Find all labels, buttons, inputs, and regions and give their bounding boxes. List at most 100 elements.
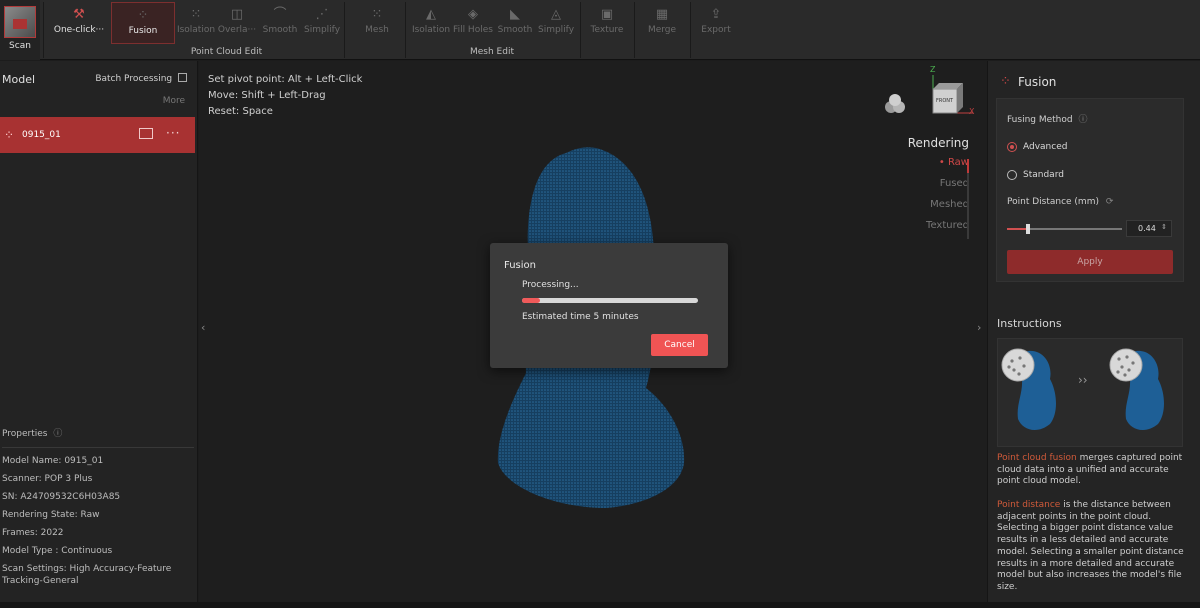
model-list-item[interactable]: ⁘ 0915_01 ··· (0, 117, 195, 153)
merge-button[interactable]: ▦ Merge (642, 2, 682, 44)
render-option-raw[interactable]: • Raw (908, 157, 969, 178)
properties-header: Properties ⓘ (2, 426, 62, 439)
fusing-method-label: Fusing Method ⓘ (1007, 112, 1088, 125)
model-menu-button[interactable]: ··· (166, 126, 180, 140)
point-cloud-edit-group: Point Cloud Edit (110, 0, 343, 60)
prop-frames: Frames: 2022 (2, 528, 64, 538)
prop-scanner: Scanner: POP 3 Plus (2, 474, 93, 484)
view-mode-icon[interactable] (883, 93, 907, 115)
info-icon[interactable]: ⓘ (53, 429, 62, 439)
render-option-raw-label: Raw (947, 157, 969, 168)
model-panel-title: Model (2, 73, 36, 86)
fusion-icon: ⁘ (1000, 74, 1011, 89)
mesh-label: Mesh (365, 25, 389, 35)
hint-pivot: Set pivot point: Alt + Left-Click (208, 74, 363, 85)
point-distance-label: Point Distance (mm) ⟳ (1007, 197, 1113, 207)
advanced-label[interactable]: Advanced (1023, 142, 1067, 152)
fusion-progress-dialog: Fusion Processing... Estimated time 5 mi… (490, 243, 728, 368)
info-icon[interactable]: ⓘ (1079, 115, 1088, 125)
fusion-illustration: ›› (997, 338, 1183, 447)
axis-x-label: X (969, 107, 975, 116)
more-button[interactable]: More (163, 96, 185, 106)
progress-fill (522, 298, 540, 303)
axis-front-label: FRONT (936, 98, 954, 104)
properties-title: Properties (2, 429, 48, 439)
mesh-edit-label: Mesh Edit (470, 47, 514, 57)
export-label: Export (701, 25, 731, 35)
standard-label[interactable]: Standard (1023, 170, 1064, 180)
toolbar-divider (344, 2, 345, 58)
toolbar-divider (690, 2, 691, 58)
fusion-panel: ⁘ Fusion Fusing Method ⓘ Advanced Standa… (987, 61, 1200, 608)
instructions-title: Instructions (997, 317, 1062, 330)
standard-radio[interactable] (1007, 170, 1017, 180)
render-option-meshed[interactable]: Meshed (908, 199, 969, 220)
prop-model-name: Model Name: 0915_01 (2, 456, 104, 466)
properties-divider (2, 447, 194, 448)
one-click-button[interactable]: ⚒ One-click··· (50, 2, 108, 44)
batch-processing-label: Batch Processing (95, 74, 173, 84)
merge-label: Merge (647, 25, 677, 35)
slider-handle[interactable] (1025, 224, 1030, 234)
refresh-icon[interactable]: ⟳ (1106, 197, 1114, 207)
model-panel: Model Batch Processing More ⁘ 0915_01 ··… (0, 61, 198, 608)
progress-bar (522, 298, 698, 303)
point-distance-value: 0.44 (1138, 224, 1156, 233)
axis-gizmo[interactable]: Z X FRONT (919, 65, 979, 119)
model-name: 0915_01 (22, 130, 61, 140)
mesh-icon: ⁙ (371, 7, 383, 22)
dialog-title: Fusion (504, 260, 536, 271)
point-cloud-icon: ⁘ (4, 128, 15, 142)
point-distance-text: Point Distance (mm) (1007, 197, 1099, 207)
hint-reset: Reset: Space (208, 106, 273, 117)
status-bar (0, 602, 1200, 608)
apply-button[interactable]: Apply (1007, 250, 1173, 274)
collapse-right-arrow-icon[interactable]: › (977, 321, 981, 334)
toolbar-divider (580, 2, 581, 58)
slider-fill (1007, 228, 1028, 230)
export-button[interactable]: ⇪ Export (696, 2, 736, 44)
mesh-button[interactable]: ⁙ Mesh (357, 2, 397, 44)
point-distance-input[interactable]: 0.44 ⇕ (1126, 220, 1172, 237)
scan-device-icon (4, 6, 36, 38)
fusion-panel-title: Fusion (1018, 75, 1057, 89)
toolbar-divider (43, 2, 44, 58)
hint-move: Move: Shift + Left-Drag (208, 90, 326, 101)
point-distance-slider[interactable] (1007, 224, 1122, 234)
render-option-fused[interactable]: Fused (908, 178, 969, 199)
cancel-button[interactable]: Cancel (651, 334, 708, 356)
term-point-cloud-fusion: Point cloud fusion (997, 453, 1077, 463)
scan-label: Scan (9, 41, 31, 51)
fusing-method-text: Fusing Method (1007, 115, 1073, 125)
distance-description: is the distance between adjacent points … (997, 500, 1184, 592)
magic-wand-icon: ⚒ (73, 7, 85, 22)
collapse-left-arrow-icon[interactable]: ‹ (201, 321, 205, 334)
scan-button[interactable]: Scan (0, 0, 40, 60)
advanced-radio[interactable] (1007, 142, 1017, 152)
instruction-paragraph-distance: Point distance is the distance between a… (997, 500, 1185, 594)
prop-rendering-state: Rendering State: Raw (2, 510, 100, 520)
render-selected-marker: • (938, 157, 945, 168)
stepper-icon[interactable]: ⇕ (1161, 223, 1167, 231)
texture-button[interactable]: ▣ Texture (587, 2, 627, 44)
merge-icon: ▦ (655, 7, 669, 22)
point-cloud-edit-label: Point Cloud Edit (190, 47, 263, 57)
export-icon: ⇪ (710, 7, 722, 22)
prop-sn: SN: A24709532C6H03A85 (2, 492, 121, 502)
fusion-settings-box: Fusing Method ⓘ Advanced Standard Point … (996, 98, 1184, 282)
rendering-title: Rendering (907, 136, 969, 150)
render-option-textured[interactable]: Textured (908, 220, 969, 241)
rendering-slider[interactable] (967, 159, 969, 239)
instruction-paragraph-fusion: Point cloud fusion merges captured point… (997, 453, 1185, 488)
batch-processing-button[interactable]: Batch Processing (95, 73, 187, 84)
video-icon[interactable] (139, 128, 153, 139)
app-window: Scan ⚒ One-click··· ⁘ Fusion ⁙ Isolation… (0, 0, 1200, 608)
mesh-edit-group: Mesh Edit (406, 0, 578, 60)
estimated-time: Estimated time 5 minutes (522, 312, 639, 322)
term-point-distance: Point distance (997, 500, 1061, 510)
toolbar: Scan ⚒ One-click··· ⁘ Fusion ⁙ Isolation… (0, 0, 1200, 60)
batch-icon (178, 73, 187, 82)
one-click-label: One-click··· (53, 25, 105, 35)
texture-label: Texture (590, 25, 624, 35)
prop-scan-settings: Scan Settings: High Accuracy-Feature Tra… (2, 564, 172, 586)
